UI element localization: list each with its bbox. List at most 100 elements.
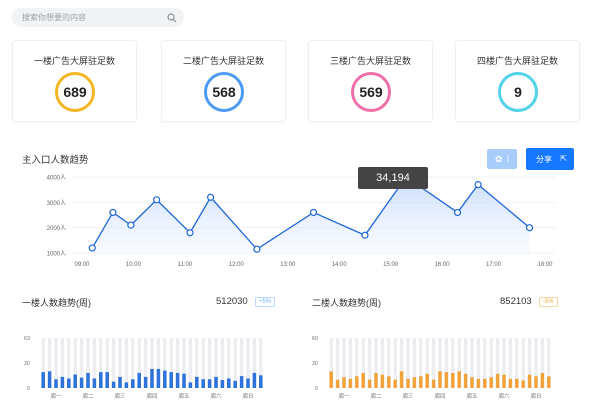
bar (143, 376, 148, 388)
bar (399, 371, 404, 388)
main-chart-title: 主入口人数趋势 (22, 155, 89, 166)
floor2-badge: -5% (539, 297, 558, 307)
x-tick-label: 15:00 (383, 262, 399, 268)
card-title: 四楼广告大屏驻足数 (476, 56, 558, 66)
data-point (474, 181, 482, 189)
bar (355, 376, 359, 388)
bar (131, 379, 135, 388)
x-tick-label: 10:00 (126, 262, 142, 268)
x-tick-label: 09:00 (74, 262, 90, 268)
bar (150, 368, 154, 388)
x-tick-label: 周六 (498, 392, 510, 400)
bar-background (111, 338, 116, 388)
bar (195, 376, 199, 388)
bar (393, 379, 397, 388)
floor2-total: 852103 (500, 296, 532, 307)
bar (329, 371, 333, 388)
bar (246, 378, 250, 388)
bar (438, 371, 442, 388)
bar-background (233, 338, 237, 388)
bar (489, 377, 493, 388)
floor1-badge: +5% (255, 297, 276, 307)
gear-icon: ✿ (495, 154, 503, 164)
bar (259, 375, 263, 388)
bar (425, 373, 429, 388)
search-input[interactable]: 搜索你想要的内容 (12, 8, 184, 27)
x-tick-label: 周四 (434, 393, 445, 400)
bar (201, 379, 205, 388)
bar (105, 372, 109, 388)
floor1-bar-chart: 63 30 0 周一 周二 周三 周四 周五 周六 周日 (24, 336, 263, 400)
x-tick-label: 11:00 (178, 262, 193, 268)
bar (73, 374, 77, 388)
bar (527, 374, 532, 388)
x-tick-label: 14:00 (332, 262, 348, 268)
bar (252, 372, 257, 388)
bar (547, 376, 551, 388)
bar (444, 372, 449, 388)
bar (227, 378, 231, 388)
data-point (453, 208, 462, 217)
y-tick-label: 2000人 (47, 225, 66, 232)
series-area (92, 177, 530, 253)
bar (124, 382, 129, 388)
bar-background (124, 338, 129, 388)
data-point (253, 245, 261, 253)
y-tick-label: 4000人 (47, 175, 66, 182)
x-tick-label: 周日 (242, 393, 253, 400)
y-tick-label: 30 (24, 361, 30, 367)
y-tick-label: 30 (312, 361, 318, 367)
bar (387, 376, 391, 388)
bar (521, 380, 525, 388)
bar (60, 376, 65, 388)
bar (111, 381, 116, 388)
x-tick-label: 周二 (82, 393, 94, 400)
bar (220, 380, 225, 388)
y-tick-label: 0 (315, 386, 318, 392)
x-tick-label: 周六 (210, 392, 222, 400)
bar (367, 379, 372, 388)
data-point (361, 231, 369, 239)
data-point (127, 221, 135, 229)
bar (348, 378, 353, 388)
bar (54, 379, 58, 388)
floor1-title: 一楼人数趋势(周) (22, 298, 91, 308)
bar (137, 372, 141, 388)
x-tick-label: 12:00 (229, 262, 245, 268)
y-tick-label: 0 (27, 386, 30, 392)
card-value: 568 (212, 84, 236, 100)
bar (175, 372, 180, 388)
x-tick-label: 周五 (466, 393, 478, 400)
x-tick-label: 周三 (402, 393, 414, 400)
search-icon[interactable] (167, 13, 177, 23)
card-floor-1: 一楼广告大屏驻足数 689 (12, 40, 137, 122)
bar (79, 377, 84, 388)
card-value-ring: 568 (204, 72, 244, 112)
y-tick-label: 60 (312, 336, 318, 342)
card-floor-4: 四楼广告大屏驻足数 9 (455, 40, 580, 122)
settings-button-divider: | (507, 154, 510, 163)
x-tick-label: 17:00 (486, 262, 502, 268)
bar (207, 379, 212, 388)
bar (86, 372, 90, 388)
bar (335, 379, 340, 388)
bar (67, 378, 71, 388)
bar (483, 378, 487, 388)
data-point (152, 196, 161, 204)
floor2-title: 二楼人数趋势(周) (312, 298, 381, 308)
x-tick-label: 16:00 (435, 262, 451, 268)
card-title: 三楼广告大屏驻足数 (329, 56, 411, 66)
data-point (309, 208, 318, 217)
share-icon: ⇱ (560, 154, 567, 163)
card-title: 一楼广告大屏驻足数 (33, 56, 115, 66)
bar (431, 379, 436, 388)
main-line-chart: 4000人 3000人 2000人 1000人 09:00 10:00 11:00 12:00… (47, 172, 555, 268)
data-point (109, 208, 117, 217)
bar (118, 376, 122, 388)
y-tick-label: 3000人 (47, 200, 66, 207)
x-tick-label: 周五 (178, 393, 190, 400)
bar (457, 371, 461, 388)
x-tick-label: 周一 (338, 393, 350, 400)
bar (182, 373, 186, 388)
card-value: 689 (63, 84, 87, 100)
